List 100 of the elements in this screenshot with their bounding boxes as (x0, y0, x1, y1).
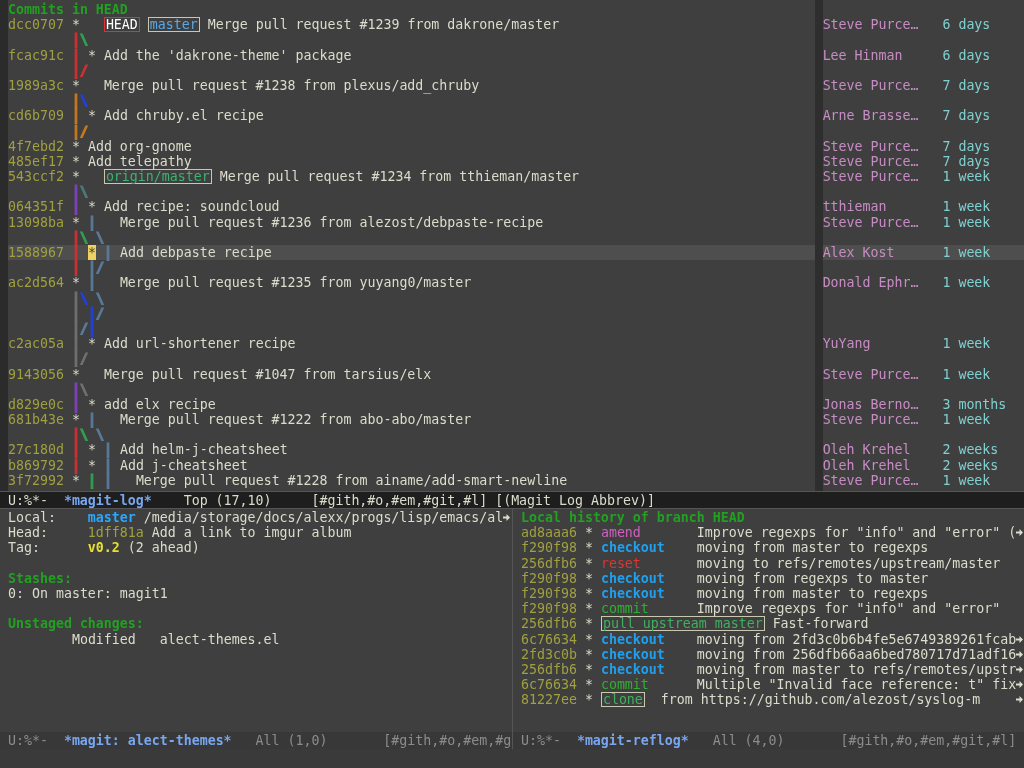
reflog-message: moving from 256dfb66aa6bed780717d71adf16 (696, 646, 1017, 662)
commit-row[interactable]: 4f7ebd2 * Add org-gnome Steve Purce… 7 days (8, 138, 1024, 154)
stash-entry[interactable]: 0: On master: magit1 (8, 585, 168, 601)
commit-row[interactable]: ac2d564 * | Merge pull request #1235 from yuyang0/master Donald Ephr… 1 week (8, 275, 1024, 291)
graph-mark: * (584, 646, 593, 662)
graph-mark: * (87, 442, 96, 458)
commit-row[interactable]: 681b43e * | Merge pull request #1222 from abo-abo/master Steve Purce… 1 week (8, 412, 1024, 428)
truncation-arrow-icon (1016, 528, 1024, 538)
reflog-action: commit (600, 601, 650, 617)
commit-row[interactable]: 485ef17 * Add telepathy Steve Purce… 7 days (8, 153, 1024, 170)
graph-mark: | (71, 336, 80, 352)
graph-mark: * (71, 153, 80, 169)
commit-date: 7 days (942, 77, 991, 93)
commit-row[interactable]: 1989a3c * Merge pull request #1238 from plexus/add_chruby Steve Purce… 7 days (8, 77, 1024, 94)
commit-row[interactable]: cd6b709 | * Add chruby.el recipe Arne Brasse… 7 days (8, 108, 1024, 124)
commit-hash: fcac91c (8, 47, 64, 63)
commit-row[interactable]: 3f72992 * | | Merge pull request #1228 from ainame/add-smart-newline Steve Purce… 1 week (8, 472, 1024, 488)
commit-row[interactable]: 1588967 | * | Add debpaste recipe Alex Kost 1 week (8, 245, 1024, 261)
commit-message: Add helm-j-cheatsheet (119, 442, 288, 458)
commit-row[interactable]: b869792 | * | Add j-cheatsheet Oleh Krehel 2 weeks (8, 457, 1024, 473)
graph-mark: | (71, 351, 80, 367)
commit-row[interactable]: dcc0707 * HEAD master Merge pull request #1239 from dakrone/master Steve Purce… 6 days (8, 17, 1024, 33)
commit-hash: dcc0707 (8, 17, 64, 33)
reflog-message: moving from master to regexps (696, 585, 929, 601)
graph-mark: \ (95, 229, 104, 245)
field-value: (2 ahead) (127, 540, 200, 556)
graph-mark: \ (95, 290, 104, 306)
commit-message: Merge pull request #1239 from dakrone/master (207, 17, 560, 33)
section-heading: Commits in HEAD (8, 2, 128, 17)
commit-hash: 27c180d (8, 442, 64, 458)
graph-mark: * (71, 77, 80, 93)
field-value: Add a link to imgur album (151, 525, 352, 541)
reflog-message: moving from master to refs/remotes/upstr (696, 661, 1017, 677)
commit-message: add elx recipe (103, 396, 216, 412)
graph-mark: / (95, 305, 104, 321)
commit-author: Alex Kost (822, 245, 895, 260)
graph-mark: | (71, 427, 80, 443)
commit-row[interactable]: 27c180d | * | Add helm-j-cheatsheet Oleh Krehel 2 weeks (8, 442, 1024, 458)
graph-mark: | (71, 62, 80, 78)
buffer-position: All (4,0) (712, 733, 786, 748)
truncation-arrow-icon (503, 513, 511, 522)
graph-mark: * (71, 169, 80, 185)
reflog-action: checkout (600, 570, 666, 586)
graph-mark: \ (79, 32, 88, 48)
section-heading: Unstaged changes: (8, 616, 144, 632)
graph-mark: / (79, 320, 88, 336)
graph-mark: \ (95, 427, 104, 443)
field-label: Local: (8, 510, 57, 526)
reflog-message: moving from regexps to master (696, 570, 929, 586)
commit-row[interactable]: 9143056 * Merge pull request #1047 from tarsius/elx Steve Purce… 1 week (8, 366, 1024, 382)
reflog-message: moving from 2fd3c0b6b4fe5e6749389261fcab (696, 631, 1017, 647)
graph-mark: | (87, 275, 96, 291)
commit-row[interactable]: c2ac05a | * Add url-shortener recipe YuYang 1 week (8, 336, 1024, 352)
commit-row[interactable]: 13098ba * | Merge pull request #1236 from alezost/debpaste-recipe Steve Purce… 1 week (8, 214, 1024, 230)
buffer-position: Top (17,10) (183, 492, 273, 508)
buffer-state: U:%*- (8, 733, 49, 748)
commit-date: 1 week (942, 472, 991, 488)
branch-name: master (87, 510, 136, 525)
commit-date: 6 days (942, 47, 991, 63)
commit-author: Steve Purce… (822, 472, 919, 488)
reflog-action: checkout (600, 540, 666, 556)
reflog-message: from https://github.com/alezost/syslog-m (660, 692, 981, 708)
graph-mark: \ (79, 381, 88, 397)
graph-mark: * (584, 585, 593, 601)
commit-date: 2 weeks (942, 457, 999, 473)
commit-author: YuYang (822, 336, 871, 352)
graph-mark: | (103, 472, 112, 488)
graph-mark: / (79, 123, 88, 139)
commit-hash: 1588967 (8, 245, 64, 260)
commit-message: Add the 'dakrone-theme' package (103, 47, 352, 63)
graph-mark: * (71, 366, 80, 382)
commit-row[interactable]: fcac91c | * Add the 'dakrone-theme' package Lee Hinman 6 days (8, 47, 1024, 63)
commit-date: 1 week (942, 275, 991, 291)
commit-author: Steve Purce… (822, 366, 919, 382)
graph-mark: | (71, 229, 80, 245)
graph-mark: | (103, 442, 112, 458)
graph-mark: * (71, 412, 80, 428)
commit-message: Merge pull request #1236 from alezost/debpaste-recipe (119, 214, 544, 230)
minibuffer[interactable] (0, 749, 1024, 768)
commit-author: Lee Hinman (822, 47, 903, 63)
graph-mark: * (584, 525, 593, 541)
ref-label: master (147, 17, 200, 33)
graph-mark: \ (79, 427, 88, 443)
field-label: Head: (8, 525, 49, 541)
commit-row[interactable]: d829e0c | * add elx recipe Jonas Berno… 3 months (8, 396, 1024, 413)
commit-message: Merge pull request #1222 from abo-abo/master (119, 412, 472, 428)
commit-hash: cd6b709 (8, 108, 64, 124)
commit-row[interactable]: 543ccf2 * origin/master Merge pull request #1234 from tthieman/master Steve Purce… 1 week (8, 169, 1024, 185)
reflog-action: clone (600, 692, 645, 708)
graph-mark: | (71, 184, 80, 200)
graph-mark: | (71, 305, 80, 321)
commit-author: Arne Brasse… (822, 108, 919, 124)
graph-mark: | (87, 472, 96, 488)
file-name[interactable]: alect-themes.el (159, 631, 280, 647)
commit-date: 1 week (942, 366, 991, 382)
graph-mark: * (87, 396, 96, 412)
graph-mark: | (71, 123, 80, 139)
buffer-state: U:%*- (521, 733, 562, 748)
graph-mark: | (71, 260, 80, 276)
commit-row[interactable]: 064351f | * Add recipe: soundcloud tthieman 1 week (8, 199, 1024, 215)
